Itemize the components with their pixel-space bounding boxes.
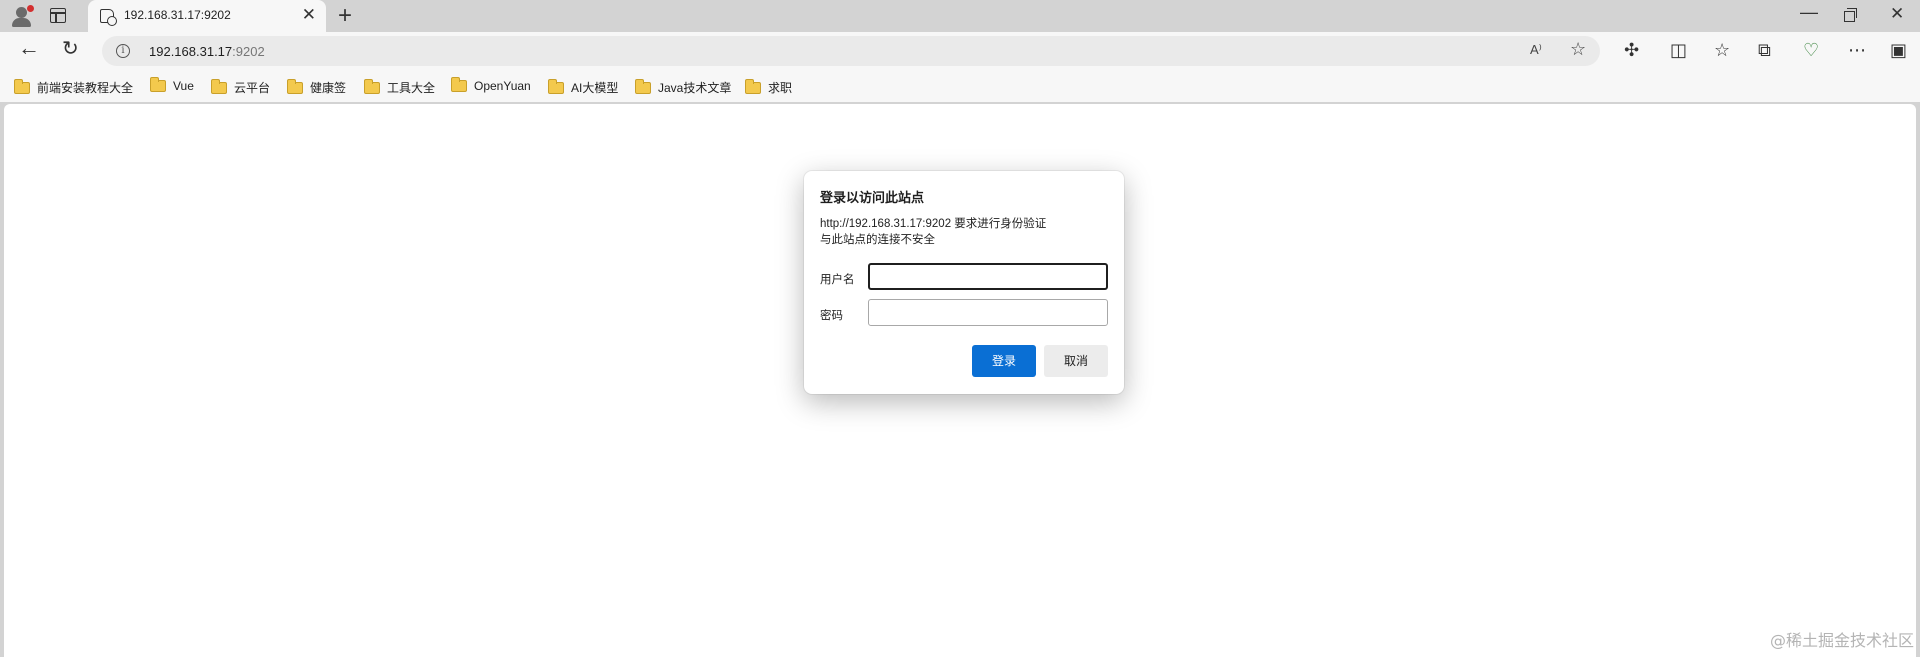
page-content: 登录以访问此站点 http://192.168.31.17:9202 要求进行身… bbox=[4, 104, 1916, 657]
folder-icon bbox=[287, 79, 303, 94]
login-button[interactable]: 登录 bbox=[972, 345, 1036, 377]
dialog-warning: 与此站点的连接不安全 bbox=[820, 234, 935, 246]
bookmark-folder[interactable]: 云平台 bbox=[211, 79, 270, 96]
username-label: 用户名 bbox=[820, 274, 855, 286]
bookmark-folder[interactable]: Java技术文章 bbox=[635, 79, 731, 96]
password-label: 密码 bbox=[820, 310, 843, 322]
back-arrow-icon[interactable]: ← bbox=[18, 37, 40, 59]
collections-icon[interactable]: ⧉ bbox=[1758, 40, 1771, 60]
refresh-icon[interactable]: ↻ bbox=[62, 39, 79, 59]
dialog-message: http://192.168.31.17:9202 要求进行身份验证 bbox=[820, 218, 1047, 230]
bookmark-folder[interactable]: AI大模型 bbox=[548, 79, 618, 96]
cancel-button[interactable]: 取消 bbox=[1044, 345, 1108, 377]
sidebar-icon[interactable]: ▣ bbox=[1890, 40, 1907, 60]
folder-icon bbox=[150, 77, 166, 92]
bookmarks-bar: 前端安装教程大全 Vue 云平台 健康签 工具大全 OpenYuan AI大模型… bbox=[0, 72, 1920, 102]
bookmark-folder[interactable]: OpenYuan bbox=[451, 77, 531, 93]
folder-icon bbox=[635, 79, 651, 94]
folder-icon bbox=[14, 79, 30, 94]
favorites-icon[interactable]: ☆ bbox=[1714, 40, 1730, 60]
profile-icon[interactable] bbox=[10, 5, 34, 27]
tab-actions-icon[interactable] bbox=[50, 8, 66, 23]
tab-strip: 192.168.31.17:9202 ✕ + — ✕ bbox=[0, 0, 1920, 32]
password-input[interactable] bbox=[868, 299, 1108, 326]
folder-icon bbox=[211, 79, 227, 94]
dialog-title: 登录以访问此站点 bbox=[820, 190, 925, 205]
folder-icon bbox=[745, 79, 761, 94]
auth-dialog: 登录以访问此站点 http://192.168.31.17:9202 要求进行身… bbox=[804, 171, 1124, 394]
tab-title: 192.168.31.17:9202 bbox=[124, 8, 231, 22]
watermark: @稀土掘金技术社区 bbox=[1769, 631, 1914, 650]
tab-close-icon[interactable]: ✕ bbox=[302, 6, 316, 24]
page-favicon-icon bbox=[100, 9, 117, 26]
split-screen-icon[interactable]: ◫ bbox=[1670, 40, 1687, 60]
username-input[interactable] bbox=[868, 263, 1108, 290]
folder-icon bbox=[364, 79, 380, 94]
folder-icon bbox=[451, 77, 467, 92]
minimize-button[interactable]: — bbox=[1800, 2, 1818, 23]
new-tab-button[interactable]: + bbox=[338, 3, 352, 29]
info-icon[interactable]: i bbox=[116, 44, 130, 58]
address-url[interactable]: 192.168.31.17:9202 bbox=[149, 44, 265, 59]
address-bar[interactable]: i 192.168.31.17:9202 A⁾ ☆ bbox=[102, 36, 1600, 66]
add-favorite-icon[interactable]: ☆ bbox=[1570, 39, 1586, 60]
tab-active[interactable]: 192.168.31.17:9202 ✕ bbox=[88, 0, 326, 32]
extensions-icon[interactable]: ✣ bbox=[1624, 40, 1639, 60]
bookmark-folder[interactable]: Vue bbox=[150, 77, 194, 93]
read-aloud-icon[interactable]: A⁾ bbox=[1530, 42, 1542, 58]
bookmark-folder[interactable]: 工具大全 bbox=[364, 79, 435, 96]
bookmark-folder[interactable]: 前端安装教程大全 bbox=[14, 79, 133, 96]
more-icon[interactable]: ⋯ bbox=[1848, 40, 1866, 60]
close-window-button[interactable]: ✕ bbox=[1890, 4, 1904, 24]
notification-dot bbox=[27, 5, 34, 12]
bookmark-folder[interactable]: 健康签 bbox=[287, 79, 346, 96]
restore-button[interactable] bbox=[1844, 8, 1857, 22]
folder-icon bbox=[548, 79, 564, 94]
bookmark-folder[interactable]: 求职 bbox=[745, 79, 792, 96]
performance-icon[interactable]: ♡ bbox=[1803, 40, 1819, 60]
navigation-toolbar: ← ↻ i 192.168.31.17:9202 A⁾ ☆ ✣ ◫ ☆ ⧉ ♡ … bbox=[0, 32, 1920, 72]
